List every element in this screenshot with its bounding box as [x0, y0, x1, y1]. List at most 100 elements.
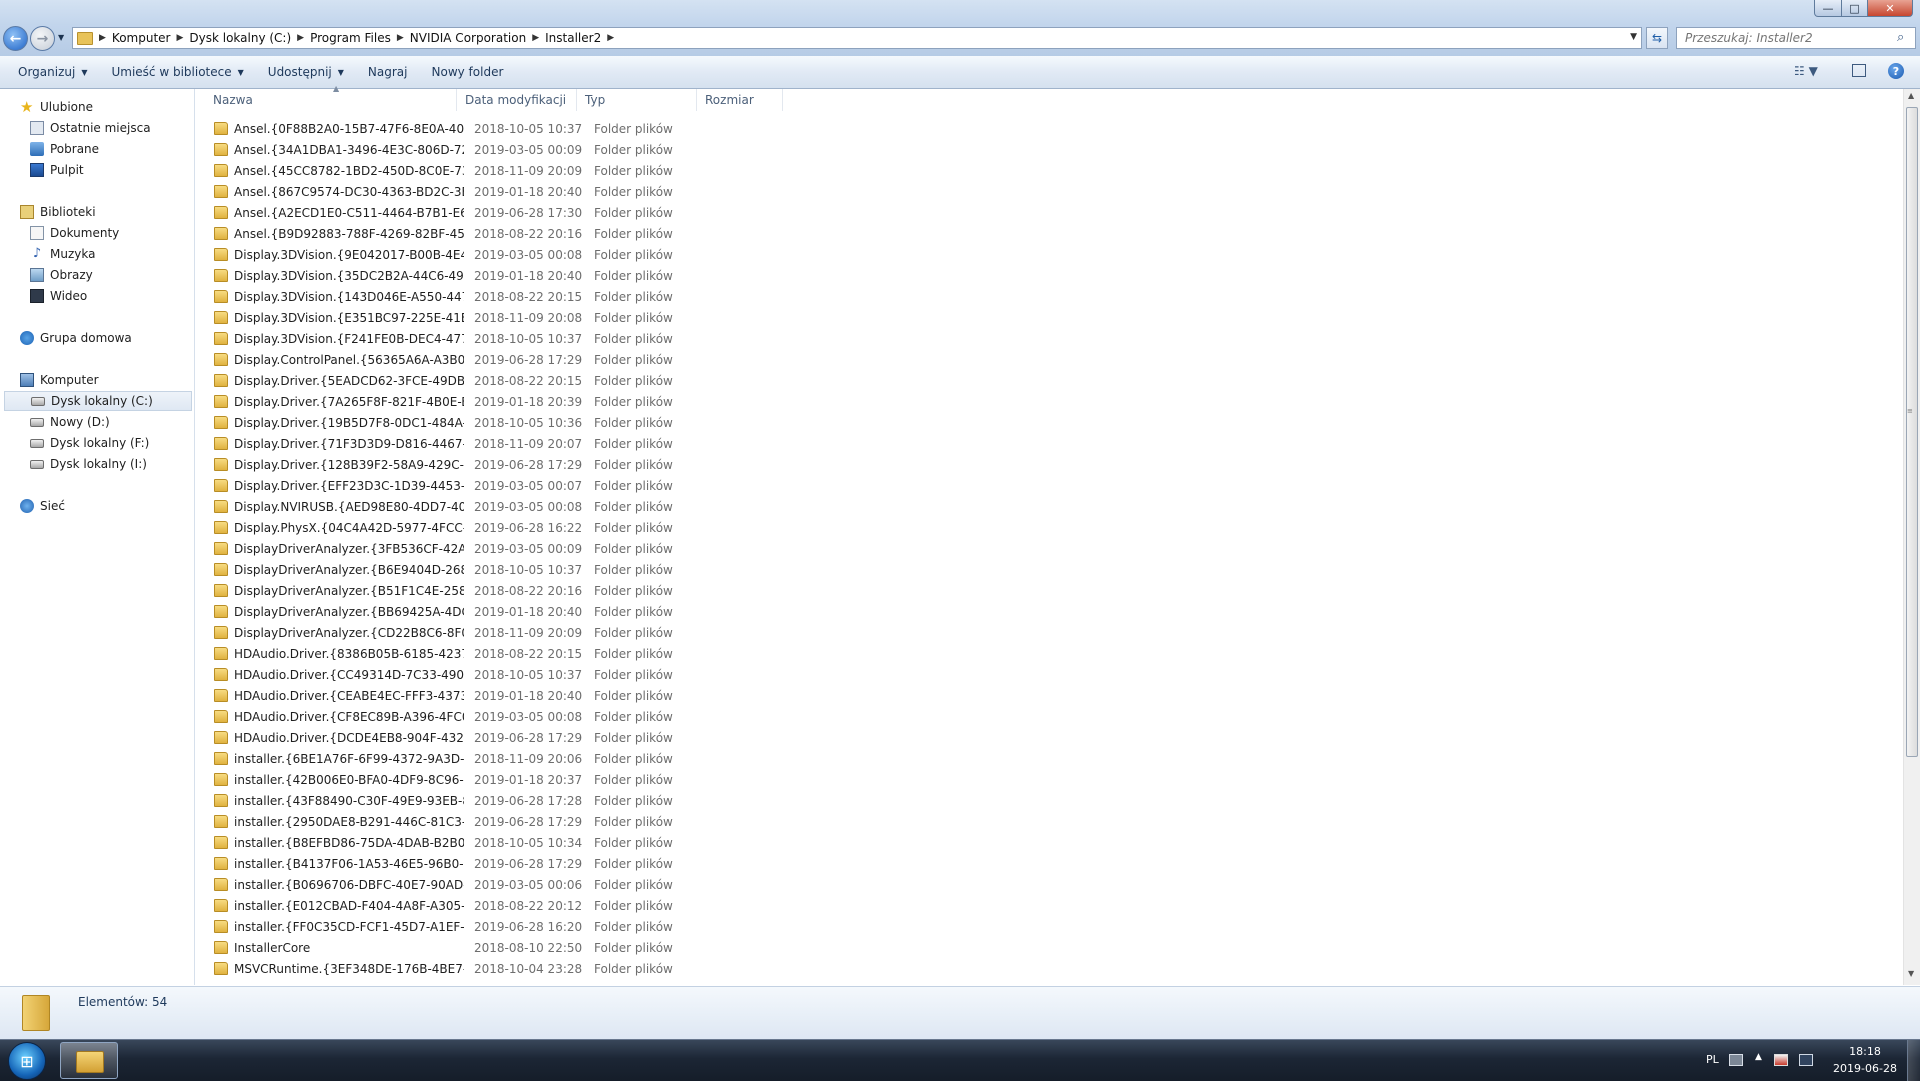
file-row[interactable]: Display.NVIRUSB.{AED98E80-4DD7-4056-... 2… [205, 496, 885, 517]
file-row[interactable]: MSVCRuntime.{3EF348DE-176B-4BE7-970... 20… [205, 958, 885, 979]
scrollbar-thumb[interactable] [1906, 107, 1918, 757]
file-row[interactable]: Display.Driver.{EFF23D3C-1D39-4453-B89..… [205, 475, 885, 496]
file-row[interactable]: Ansel.{0F88B2A0-15B7-47F6-8E0A-40A1C... 2… [205, 118, 885, 139]
share-button[interactable]: Udostępnij ▼ [256, 65, 356, 79]
file-row[interactable]: Ansel.{A2ECD1E0-C511-4464-B7B1-E6954... 2… [205, 202, 885, 223]
search-icon[interactable]: ⌕ [1897, 30, 1904, 45]
file-row[interactable]: DisplayDriverAnalyzer.{BB69425A-4DCA-...… [205, 601, 885, 622]
file-row[interactable]: Ansel.{867C9574-DC30-4363-BD2C-3B07... 20… [205, 181, 885, 202]
forward-button[interactable]: → [30, 26, 55, 51]
nav-drive-f[interactable]: Dysk lokalny (F:) [30, 433, 149, 453]
nav-videos[interactable]: Wideo [30, 286, 87, 306]
preview-pane-icon[interactable] [1852, 64, 1866, 77]
file-row[interactable]: DisplayDriverAnalyzer.{3FB536CF-42A3-4..… [205, 538, 885, 559]
file-row[interactable]: Ansel.{34A1DBA1-3496-4E3C-806D-720E0... 2… [205, 139, 885, 160]
network-status-icon[interactable] [1799, 1054, 1813, 1066]
chevron-right-icon[interactable]: ▶ [99, 33, 106, 43]
breadcrumb-program-files[interactable]: Program Files [310, 31, 391, 45]
new-folder-button[interactable]: Nowy folder [420, 65, 516, 79]
file-row[interactable]: Display.PhysX.{04C4A42D-5977-4FCC-9D... 2… [205, 517, 885, 538]
file-row[interactable]: Display.Driver.{71F3D3D9-D816-4467-BBE..… [205, 433, 885, 454]
nav-favorites[interactable]: ★ Ulubione [20, 97, 93, 117]
show-desktop-button[interactable] [1907, 1040, 1920, 1081]
breadcrumb-computer[interactable]: Komputer [112, 31, 171, 45]
organize-button[interactable]: Organizuj ▼ [6, 65, 99, 79]
clock-time[interactable]: 18:18 [1836, 1045, 1894, 1058]
maximize-button[interactable]: □ [1841, 0, 1868, 17]
close-button[interactable]: ✕ [1867, 0, 1913, 17]
column-header-name[interactable]: Nazwa [205, 89, 457, 111]
show-hidden-icons-icon[interactable]: ▲ [1755, 1052, 1769, 1064]
nav-libraries[interactable]: Biblioteki [20, 202, 96, 222]
breadcrumb-installer2[interactable]: Installer2 [545, 31, 601, 45]
nav-drive-c[interactable]: Dysk lokalny (C:) [4, 391, 192, 411]
file-row[interactable]: Display.ControlPanel.{56365A6A-A3B0-4...… [205, 349, 885, 370]
file-row[interactable]: Display.3DVision.{9E042017-B00B-4E4E-9..… [205, 244, 885, 265]
nav-documents[interactable]: Dokumenty [30, 223, 119, 243]
column-header-date[interactable]: Data modyfikacji [457, 89, 577, 111]
back-button[interactable]: ← [3, 26, 28, 51]
action-center-flag-icon[interactable] [1774, 1054, 1788, 1066]
nav-drive-i[interactable]: Dysk lokalny (I:) [30, 454, 147, 474]
view-options-icon[interactable]: ☷ ▼ [1794, 64, 1818, 78]
file-row[interactable]: Display.3DVision.{E351BC97-225E-41ED-B..… [205, 307, 885, 328]
chevron-right-icon[interactable]: ▶ [297, 33, 304, 43]
nav-network[interactable]: Sieć [20, 496, 65, 516]
file-row[interactable]: installer.{FF0C35CD-FCF1-45D7-A1EF-50...… [205, 916, 885, 937]
clock-date[interactable]: 2019-06-28 [1830, 1062, 1900, 1075]
keyboard-icon[interactable] [1729, 1054, 1743, 1066]
file-row[interactable]: HDAudio.Driver.{CC49314D-7C33-490D-9... 2… [205, 664, 885, 685]
file-row[interactable]: installer.{42B006E0-BFA0-4DF9-8C96-F91..… [205, 769, 885, 790]
chevron-right-icon[interactable]: ▶ [397, 33, 404, 43]
file-row[interactable]: installer.{E012CBAD-F404-4A8F-A305-B5...… [205, 895, 885, 916]
file-row[interactable]: Display.Driver.{128B39F2-58A9-429C-B6A..… [205, 454, 885, 475]
search-input[interactable] [1676, 27, 1916, 49]
breadcrumb-drive-c[interactable]: Dysk lokalny (C:) [189, 31, 291, 45]
taskbar-explorer-button[interactable] [60, 1042, 118, 1079]
file-row[interactable]: installer.{2950DAE8-B291-446C-81C3-1BB..… [205, 811, 885, 832]
file-row[interactable]: Display.3DVision.{143D046E-A550-447D-...… [205, 286, 885, 307]
refresh-button[interactable]: ⇆ [1646, 27, 1668, 49]
include-in-library-button[interactable]: Umieść w bibliotece ▼ [99, 65, 255, 79]
file-row[interactable]: installer.{B0696706-DBFC-40E7-90AD-216..… [205, 874, 885, 895]
file-row[interactable]: HDAudio.Driver.{DCDE4EB8-904F-4327-8... 2… [205, 727, 885, 748]
breadcrumb-nvidia[interactable]: NVIDIA Corporation [410, 31, 526, 45]
nav-computer[interactable]: Komputer [20, 370, 99, 390]
address-dropdown-icon[interactable]: ▼ [1630, 32, 1637, 42]
address-bar[interactable]: ▶ Komputer ▶ Dysk lokalny (C:) ▶ Program… [72, 27, 1642, 49]
file-row[interactable]: InstallerCore 2018-08-10 22:50 Folder plik… [205, 937, 885, 958]
help-icon[interactable]: ? [1888, 63, 1904, 79]
nav-homegroup[interactable]: Grupa domowa [20, 328, 132, 348]
file-row[interactable]: Display.3DVision.{F241FE0B-DEC4-4779-9..… [205, 328, 885, 349]
file-row[interactable]: Display.Driver.{7A265F8F-821F-4B0E-B52..… [205, 391, 885, 412]
nav-pictures[interactable]: Obrazy [30, 265, 93, 285]
file-row[interactable]: installer.{B8EFBD86-75DA-4DAB-B2B0-4A...… [205, 832, 885, 853]
minimize-button[interactable]: — [1814, 0, 1842, 17]
history-dropdown-icon[interactable]: ▼ [58, 33, 64, 42]
burn-button[interactable]: Nagraj [356, 65, 420, 79]
language-indicator[interactable]: PL [1706, 1053, 1719, 1066]
vertical-scrollbar[interactable]: ▲ ≡ ▼ [1903, 89, 1920, 985]
file-row[interactable]: DisplayDriverAnalyzer.{B6E9404D-2683-4..… [205, 559, 885, 580]
file-row[interactable]: Display.3DVision.{35DC2B2A-44C6-49E2-...… [205, 265, 885, 286]
file-row[interactable]: Ansel.{B9D92883-788F-4269-82BF-4550E5...… [205, 223, 885, 244]
scroll-up-icon[interactable]: ▲ [1908, 91, 1914, 100]
nav-recent-places[interactable]: Ostatnie miejsca [30, 118, 151, 138]
file-row[interactable]: HDAudio.Driver.{8386B05B-6185-4237-9B...… [205, 643, 885, 664]
file-row[interactable]: installer.{6BE1A76F-6F99-4372-9A3D-20A..… [205, 748, 885, 769]
chevron-right-icon[interactable]: ▶ [176, 33, 183, 43]
column-header-size[interactable]: Rozmiar [697, 89, 783, 111]
nav-drive-d[interactable]: Nowy (D:) [30, 412, 110, 432]
file-row[interactable]: Ansel.{45CC8782-1BD2-450D-8C0E-7354... 20… [205, 160, 885, 181]
file-row[interactable]: HDAudio.Driver.{CEABE4EC-FFF3-4373-9... 2… [205, 685, 885, 706]
file-row[interactable]: installer.{B4137F06-1A53-46E5-96B0-0C9..… [205, 853, 885, 874]
file-row[interactable]: DisplayDriverAnalyzer.{B51F1C4E-2584-4..… [205, 580, 885, 601]
scroll-down-icon[interactable]: ▼ [1908, 969, 1914, 978]
nav-music[interactable]: ♪ Muzyka [30, 244, 96, 264]
file-row[interactable]: DisplayDriverAnalyzer.{CD22B8C6-8F03-4..… [205, 622, 885, 643]
chevron-right-icon[interactable]: ▶ [607, 33, 614, 43]
file-row[interactable]: Display.Driver.{19B5D7F8-0DC1-484A-AF...… [205, 412, 885, 433]
file-row[interactable]: installer.{43F88490-C30F-49E9-93EB-89B3.… [205, 790, 885, 811]
file-row[interactable]: Display.Driver.{5EADCD62-3FCE-49DB-A3...… [205, 370, 885, 391]
start-button[interactable]: ⊞ [8, 1042, 46, 1080]
